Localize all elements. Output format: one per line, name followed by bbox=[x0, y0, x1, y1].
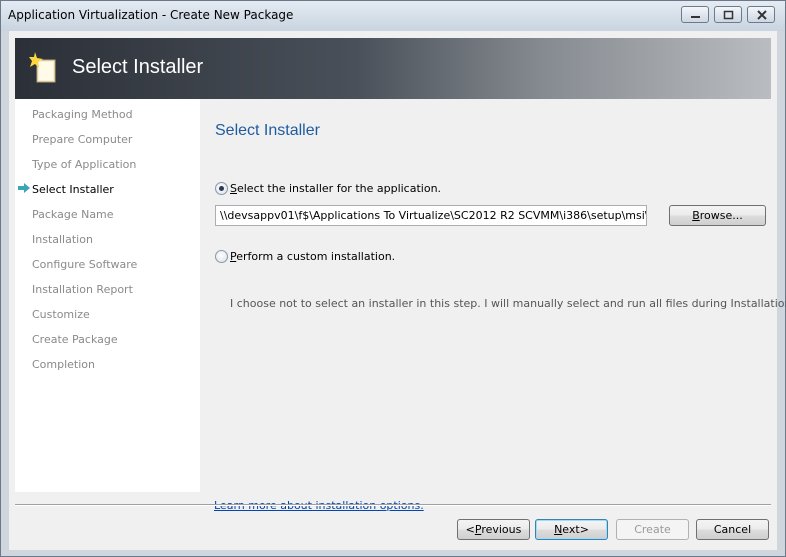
nav-item-packaging-method: Packaging Method bbox=[32, 108, 133, 121]
wizard-steps-nav: Packaging Method Prepare Computer Type o… bbox=[15, 99, 200, 492]
nav-item-configure-software: Configure Software bbox=[32, 258, 138, 271]
nav-item-installation: Installation bbox=[32, 233, 93, 246]
previous-button[interactable]: <Previous bbox=[457, 519, 530, 540]
window-title: Application Virtualization - Create New … bbox=[8, 8, 294, 22]
nav-item-create-package: Create Package bbox=[32, 333, 118, 346]
minimize-button[interactable] bbox=[681, 6, 709, 23]
current-step-arrow-icon bbox=[18, 183, 30, 193]
maximize-icon bbox=[723, 10, 734, 20]
nav-item-package-name: Package Name bbox=[32, 208, 114, 221]
installer-path-input[interactable]: \\devsappv01\f$\Applications To Virtuali… bbox=[215, 205, 647, 226]
custom-installation-description: I choose not to select an installer in t… bbox=[230, 297, 786, 310]
close-icon bbox=[757, 10, 767, 20]
custom-installation-radio[interactable] bbox=[215, 250, 228, 263]
select-installer-label[interactable]: Select the installer for the application… bbox=[230, 182, 441, 195]
cancel-button[interactable]: Cancel bbox=[696, 519, 769, 540]
nav-item-type-of-application: Type of Application bbox=[32, 158, 137, 171]
wizard-banner: Select Installer bbox=[15, 38, 771, 99]
wizard-main-panel: Select Installer Select the installer fo… bbox=[200, 99, 786, 512]
close-button[interactable] bbox=[747, 6, 775, 23]
page-heading: Select Installer bbox=[215, 122, 320, 139]
select-installer-radio[interactable] bbox=[215, 182, 228, 195]
nav-item-select-installer: Select Installer bbox=[32, 183, 114, 196]
package-wand-icon bbox=[29, 52, 56, 83]
title-bar[interactable]: Application Virtualization - Create New … bbox=[1, 1, 785, 31]
custom-installation-label[interactable]: Perform a custom installation. bbox=[230, 250, 395, 263]
nav-item-prepare-computer: Prepare Computer bbox=[32, 133, 133, 146]
create-button[interactable]: Create bbox=[616, 519, 689, 540]
maximize-button[interactable] bbox=[714, 6, 742, 23]
app-window: Application Virtualization - Create New … bbox=[0, 0, 786, 557]
wizard-client-area: Select Installer Packaging Method Prepar… bbox=[9, 31, 786, 550]
nav-item-installation-report: Installation Report bbox=[32, 283, 133, 296]
next-button[interactable]: Next> bbox=[535, 519, 608, 540]
banner-title: Select Installer bbox=[72, 56, 204, 78]
footer-separator bbox=[15, 504, 771, 506]
minimize-icon bbox=[691, 16, 700, 18]
browse-button[interactable]: Browse... bbox=[669, 205, 766, 226]
nav-item-customize: Customize bbox=[32, 308, 90, 321]
nav-item-completion: Completion bbox=[32, 358, 96, 371]
